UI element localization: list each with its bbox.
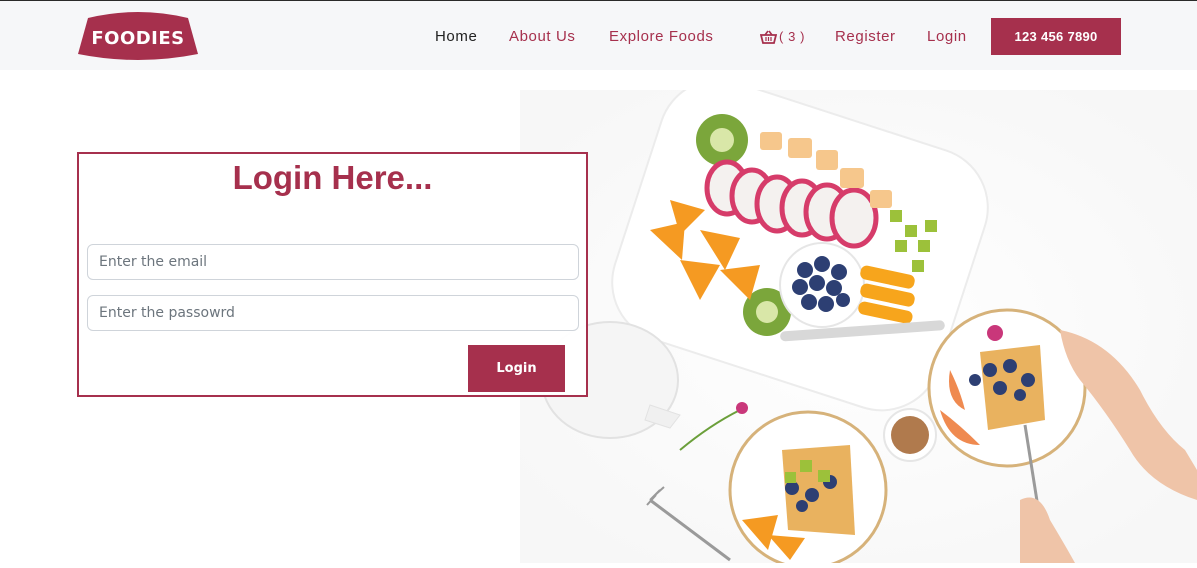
nav-login-link[interactable]: Login (927, 28, 967, 45)
cart-count: ( 3 ) (779, 29, 806, 44)
login-title: Login Here... (232, 159, 433, 196)
nav-cart-link[interactable]: ( 3 ) (760, 29, 805, 44)
hero-food-image (520, 78, 1197, 568)
nav-explore-link[interactable]: Explore Foods (609, 28, 714, 45)
brand-name: FOODIES (91, 27, 185, 49)
breakfast-table-illustration (520, 78, 1197, 568)
nav-about-link[interactable]: About Us (509, 28, 576, 45)
nav-register-link[interactable]: Register (835, 28, 896, 45)
nav-home-link[interactable]: Home (435, 28, 477, 45)
login-form-card: Login Here... Login (77, 152, 588, 397)
phone-button[interactable]: 123 456 7890 (991, 18, 1121, 55)
basket-icon (760, 30, 777, 44)
password-field[interactable] (87, 295, 579, 331)
email-field[interactable] (87, 244, 579, 280)
foodies-logo[interactable]: FOODIES (78, 12, 198, 62)
login-submit-button[interactable]: Login (468, 345, 565, 392)
navbar: FOODIES Home About Us Explore Foods ( 3 … (0, 0, 1197, 70)
